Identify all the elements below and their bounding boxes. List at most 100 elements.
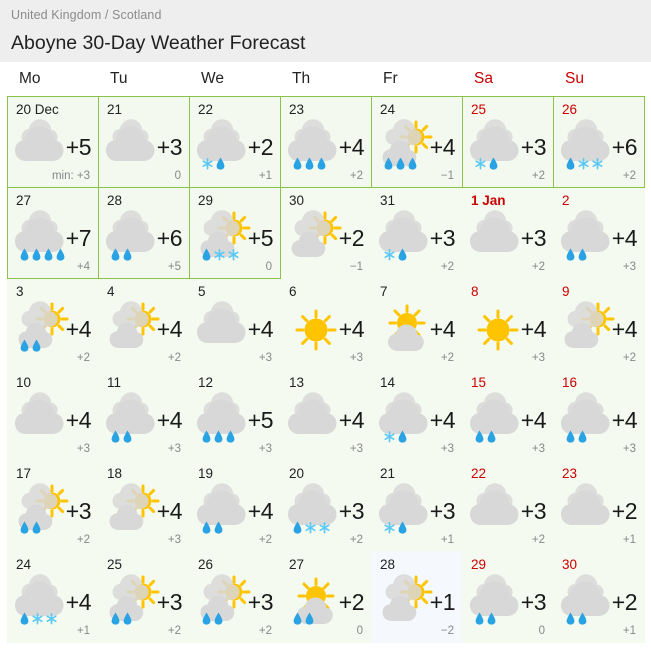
forecast-day-cell[interactable]: 26 +6 +2 [553,96,645,188]
forecast-day-cell[interactable]: 30 +2 +1 [553,551,645,643]
forecast-day-cell[interactable]: 20 +3 +2 [280,460,372,552]
forecast-day-cell[interactable]: 22 +3 +2 [462,460,554,552]
snowflake-icon [384,249,395,261]
forecast-day-cell[interactable]: 12 +5 +3 [189,369,281,461]
precipitation-icons [566,157,603,170]
forecast-day-cell[interactable]: 29 +5 0 [189,187,281,279]
forecast-day-cell[interactable]: 24 +4 −1 [371,96,463,188]
min-temperature: min: +3 [51,170,90,182]
max-temperature: +4 [429,316,456,342]
forecast-day-cell[interactable]: 28 +1 −2 [371,551,463,643]
precipitation-icons [202,157,225,170]
day-number: 21 [107,102,123,117]
forecast-day-cell[interactable]: 17 +3 +2 [7,460,99,552]
max-temperature: +6 [156,225,183,251]
forecast-day-cell[interactable]: 28 +6 +5 [98,187,190,279]
min-temperature: +3 [167,534,181,546]
precipitation-icons [384,430,407,443]
raindrop-icon [226,430,235,443]
day-number: 16 [562,375,578,390]
min-temperature: −1 [349,261,363,273]
raindrop-icon [566,157,575,170]
forecast-day-cell[interactable]: 3 +4 +2 [7,278,99,370]
day-number: 28 [380,557,396,572]
day-number: 1 Jan [471,193,506,208]
forecast-day-cell[interactable]: 25 +3 +2 [462,96,554,188]
calendar-week-row: 3 +4 +2 4 +4 +2 5 +4 +3 6 +4 +3 7 +4 +2 8 +4 +3 9 +4 +2 [7,278,645,370]
max-temperature: +4 [429,407,456,433]
forecast-day-cell[interactable]: 19 +4 +2 [189,460,281,552]
forecast-day-cell[interactable]: 30 +2 −1 [280,187,372,279]
raindrop-icon [293,612,302,625]
max-temperature: +2 [247,134,274,160]
forecast-day-cell[interactable]: 15 +4 +3 [462,369,554,461]
raindrop-icon [123,430,132,443]
day-number: 24 [16,557,32,572]
forecast-day-cell[interactable]: 23 +2 +1 [553,460,645,552]
forecast-day-cell[interactable]: 8 +4 +3 [462,278,554,370]
forecast-day-cell[interactable]: 25 +3 +2 [98,551,190,643]
forecast-day-cell[interactable]: 4 +4 +2 [98,278,190,370]
day-number: 25 [107,557,123,572]
day-number: 22 [198,102,214,117]
precipitation-icons [475,157,498,170]
max-temperature: +3 [156,589,183,615]
forecast-day-cell[interactable]: 1 Jan +3 +2 [462,187,554,279]
precipitation-icons [20,612,57,625]
min-temperature: +2 [440,352,454,364]
min-temperature: −1 [440,170,454,182]
forecast-day-cell[interactable]: 13 +4 +3 [280,369,372,461]
snowflake-icon [214,249,225,261]
snowflake-icon [578,158,589,170]
forecast-day-cell[interactable]: 16 +4 +3 [553,369,645,461]
raindrop-icon [293,157,302,170]
raindrop-icon [123,612,132,625]
raindrop-icon [202,248,211,261]
precipitation-icons [475,430,496,443]
forecast-day-cell[interactable]: 21 +3 0 [98,96,190,188]
forecast-day-cell[interactable]: 10 +4 +3 [7,369,99,461]
forecast-day-cell[interactable]: 18 +4 +3 [98,460,190,552]
max-temperature: +4 [429,134,456,160]
raindrop-icon [20,612,29,625]
forecast-day-cell[interactable]: 6 +4 +3 [280,278,372,370]
forecast-day-cell[interactable]: 22 +2 +1 [189,96,281,188]
raindrop-icon [398,248,407,261]
page-title: Aboyne 30-Day Weather Forecast [11,32,306,54]
forecast-day-cell[interactable]: 11 +4 +3 [98,369,190,461]
forecast-day-cell[interactable]: 24 +4 +1 [7,551,99,643]
forecast-day-cell[interactable]: 29 +3 0 [462,551,554,643]
forecast-day-cell[interactable]: 5 +4 +3 [189,278,281,370]
forecast-day-cell[interactable]: 27 +7 +4 [7,187,99,279]
day-number: 29 [471,557,487,572]
precipitation-icons [202,430,235,443]
forecast-day-cell[interactable]: 26 +3 +2 [189,551,281,643]
forecast-day-cell[interactable]: 7 +4 +2 [371,278,463,370]
max-temperature: +3 [520,589,547,615]
precipitation-icons [384,248,407,261]
max-temperature: +7 [65,225,92,251]
breadcrumb[interactable]: United Kingdom / Scotland [11,5,651,23]
day-number: 13 [289,375,305,390]
raindrop-icon [202,521,211,534]
raindrop-icon [566,430,575,443]
max-temperature: +4 [338,407,365,433]
max-temperature: +4 [611,316,638,342]
weekday-header-mo: Mo [19,70,41,87]
forecast-day-cell[interactable]: 2 +4 +3 [553,187,645,279]
forecast-day-cell[interactable]: 23 +4 +2 [280,96,372,188]
precipitation-icons [202,248,239,261]
raindrop-icon [32,248,41,261]
raindrop-icon [293,521,302,534]
min-temperature: +2 [349,534,363,546]
raindrop-icon [214,430,223,443]
forecast-day-cell[interactable]: 9 +4 +2 [553,278,645,370]
forecast-day-cell[interactable]: 27 +2 0 [280,551,372,643]
forecast-day-cell[interactable]: 21 +3 +1 [371,460,463,552]
max-temperature: +3 [156,134,183,160]
calendar-week-row: 10 +4 +3 11 +4 +3 12 +5 +3 13 +4 +3 14 +4 +3 15 +4 +3 16 +4… [7,369,645,461]
forecast-day-cell[interactable]: 20 Dec +5 min: +3 [7,96,99,188]
forecast-day-cell[interactable]: 31 +3 +2 [371,187,463,279]
forecast-day-cell[interactable]: 14 +4 +3 [371,369,463,461]
min-temperature: +3 [440,443,454,455]
